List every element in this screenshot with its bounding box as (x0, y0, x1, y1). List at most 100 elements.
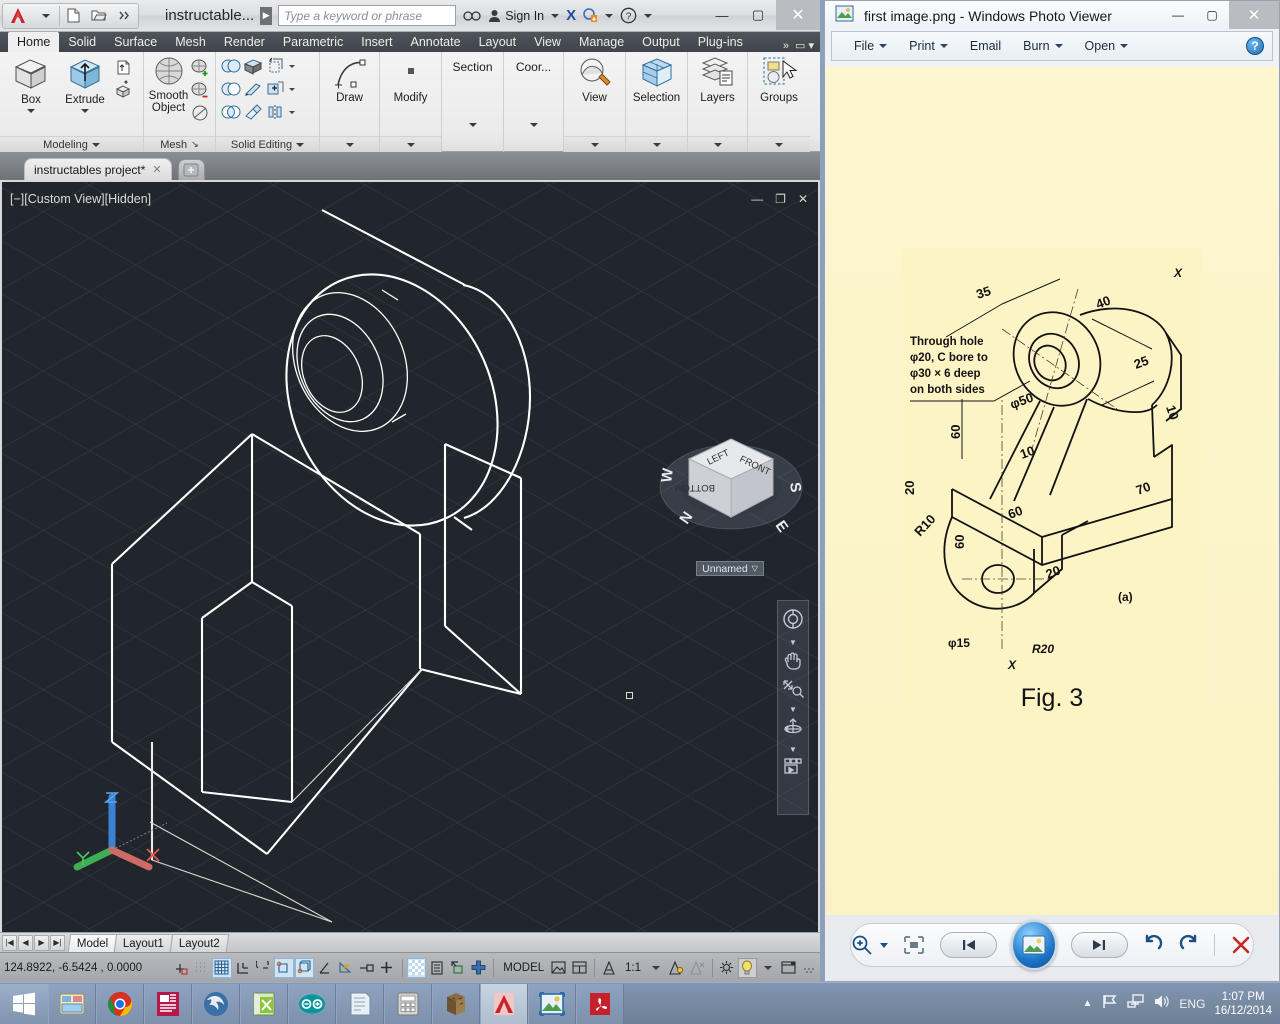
clean-icon[interactable] (242, 101, 264, 123)
hardware-dropdown-icon[interactable] (758, 958, 778, 978)
panel-title-view[interactable] (564, 136, 625, 152)
panel-title-selection[interactable] (626, 136, 687, 152)
coordinate-display[interactable]: 124.8922, -6.5424 , 0.0000 (4, 962, 171, 974)
clock[interactable]: 1:07 PM 16/12/2014 (1214, 990, 1272, 1018)
taskbar-notepad[interactable] (336, 984, 384, 1024)
box-tool[interactable]: Box (4, 55, 58, 113)
action-center-flag-icon[interactable] (1101, 993, 1118, 1015)
solid-row3-dropdown-icon[interactable] (286, 101, 298, 123)
autodesk-360-icon[interactable] (583, 8, 598, 23)
object-snap-toggle[interactable] (274, 958, 294, 978)
taskbar-photo-viewer[interactable] (528, 984, 576, 1024)
layers-tool[interactable]: Layers (692, 55, 743, 104)
section-panel-expand-icon[interactable] (469, 123, 477, 144)
grid-display-toggle[interactable] (212, 958, 232, 978)
close-button[interactable]: ✕ (776, 0, 820, 30)
taskbar-file-explorer[interactable] (48, 984, 96, 1024)
chevron-down-icon[interactable]: ▽ (752, 564, 758, 573)
taskbar-autocad[interactable] (480, 984, 528, 1024)
slideshow-button[interactable] (1011, 920, 1056, 970)
taskbar-arduino[interactable] (288, 984, 336, 1024)
taskbar-calculator[interactable] (384, 984, 432, 1024)
network-icon[interactable] (1127, 993, 1144, 1015)
layout-tab-layout1[interactable]: Layout1 (114, 934, 173, 952)
selection-tool[interactable]: Selection (630, 55, 683, 104)
modeling-panel-expand-icon[interactable] (92, 143, 100, 147)
lineweight-toggle[interactable] (377, 958, 397, 978)
ribbon-overflow[interactable]: » ▭ ▾ (783, 39, 820, 52)
ribbon-tab-surface[interactable]: Surface (105, 32, 166, 52)
mesh-panel-dialog-launcher-icon[interactable]: ↘ (191, 139, 199, 150)
pv-close-button[interactable]: ✕ (1229, 1, 1279, 29)
panel-title-modeling[interactable]: Modeling (0, 136, 143, 152)
menu-file[interactable]: File (844, 35, 897, 57)
next-image-button[interactable] (1071, 932, 1128, 958)
coordinates-panel-expand-icon[interactable] (530, 123, 538, 144)
smooth-more-icon[interactable] (189, 56, 211, 78)
solid-row2-dropdown-icon[interactable] (286, 78, 298, 100)
menu-burn[interactable]: Burn (1013, 35, 1072, 57)
ribbon-tab-home[interactable]: Home (8, 32, 59, 52)
ribbon-tab-insert[interactable]: Insert (352, 32, 401, 52)
modify-tool[interactable]: Modify (384, 55, 437, 104)
actual-size-button[interactable] (902, 934, 926, 956)
show-hidden-icons-button[interactable]: ▲ (1083, 998, 1093, 1009)
ribbon-tab-output[interactable]: Output (633, 32, 689, 52)
panel-title-mesh[interactable]: Mesh ↘ (144, 136, 215, 152)
auto-scale-icon[interactable] (687, 958, 707, 978)
dynamic-input-toggle[interactable] (357, 958, 377, 978)
3d-object-snap-toggle[interactable] (295, 958, 315, 978)
chevron-down-icon[interactable] (940, 44, 948, 48)
status-bar-menu-icon[interactable] (799, 958, 819, 978)
previous-image-button[interactable] (940, 932, 997, 958)
last-layout-icon[interactable]: ▶| (50, 935, 65, 951)
layout-tab-model[interactable]: Model (68, 934, 118, 952)
copy-face-icon[interactable] (264, 78, 286, 100)
orbit-icon[interactable] (781, 716, 805, 743)
minimize-button[interactable]: — (704, 0, 740, 30)
modify-panel-expand-icon[interactable] (407, 143, 415, 147)
open-file-icon[interactable] (86, 4, 112, 28)
selection-cycling-toggle[interactable] (427, 958, 447, 978)
union-icon[interactable] (220, 55, 242, 77)
intersect-icon[interactable] (220, 101, 242, 123)
quick-view-layouts-icon[interactable] (549, 958, 569, 978)
chevron-down-icon[interactable] (879, 44, 887, 48)
ribbon-more-icon[interactable]: » (783, 40, 789, 52)
steering-wheel-icon[interactable] (781, 607, 805, 636)
menu-open[interactable]: Open (1075, 35, 1139, 57)
new-file-icon[interactable] (60, 4, 86, 28)
pv-minimize-button[interactable]: — (1161, 1, 1195, 29)
ribbon-tab-solid[interactable]: Solid (59, 32, 105, 52)
ribbon-panel-coordinates[interactable]: Coor... (504, 52, 564, 152)
panel-title-draw[interactable] (320, 136, 379, 152)
nav-dropdown-3-icon[interactable]: ▼ (789, 745, 797, 754)
panel-title-groups[interactable] (748, 136, 810, 152)
separate-icon[interactable] (264, 101, 286, 123)
view-name-selector[interactable]: Unnamed ▽ (696, 561, 764, 576)
start-button[interactable] (0, 984, 48, 1024)
exchange-apps-icon[interactable]: X (566, 7, 576, 24)
view-panel-expand-icon[interactable] (591, 143, 599, 147)
pv-maximize-button[interactable]: ▢ (1195, 1, 1229, 29)
quick-view-drawings-icon[interactable] (570, 958, 590, 978)
rotate-counterclockwise-button[interactable] (1142, 934, 1164, 956)
sign-in-button[interactable]: Sign In (505, 9, 544, 23)
extrude-dropdown-icon[interactable] (81, 109, 89, 113)
taskbar-minecraft[interactable] (432, 984, 480, 1024)
nav-dropdown-2-icon[interactable]: ▼ (789, 705, 797, 714)
next-layout-icon[interactable]: ▶ (34, 935, 49, 951)
layers-panel-expand-icon[interactable] (714, 143, 722, 147)
taper-face-icon[interactable] (242, 78, 264, 100)
taskbar-thunderbird[interactable] (192, 984, 240, 1024)
object-snap-tracking-toggle[interactable] (315, 958, 335, 978)
smooth-object-tool[interactable]: Smooth Object (148, 55, 189, 114)
chevron-down-icon[interactable] (1055, 44, 1063, 48)
transparency-toggle[interactable] (407, 958, 427, 978)
hardware-acceleration-icon[interactable] (738, 958, 758, 978)
selection-panel-expand-icon[interactable] (653, 143, 661, 147)
extrude-face-icon[interactable] (242, 55, 264, 77)
panel-title-modify[interactable] (380, 136, 441, 152)
language-indicator[interactable]: ENG (1179, 997, 1205, 1011)
view-cube[interactable]: W S N E LEFT FRONT BOTTOM (655, 425, 807, 543)
